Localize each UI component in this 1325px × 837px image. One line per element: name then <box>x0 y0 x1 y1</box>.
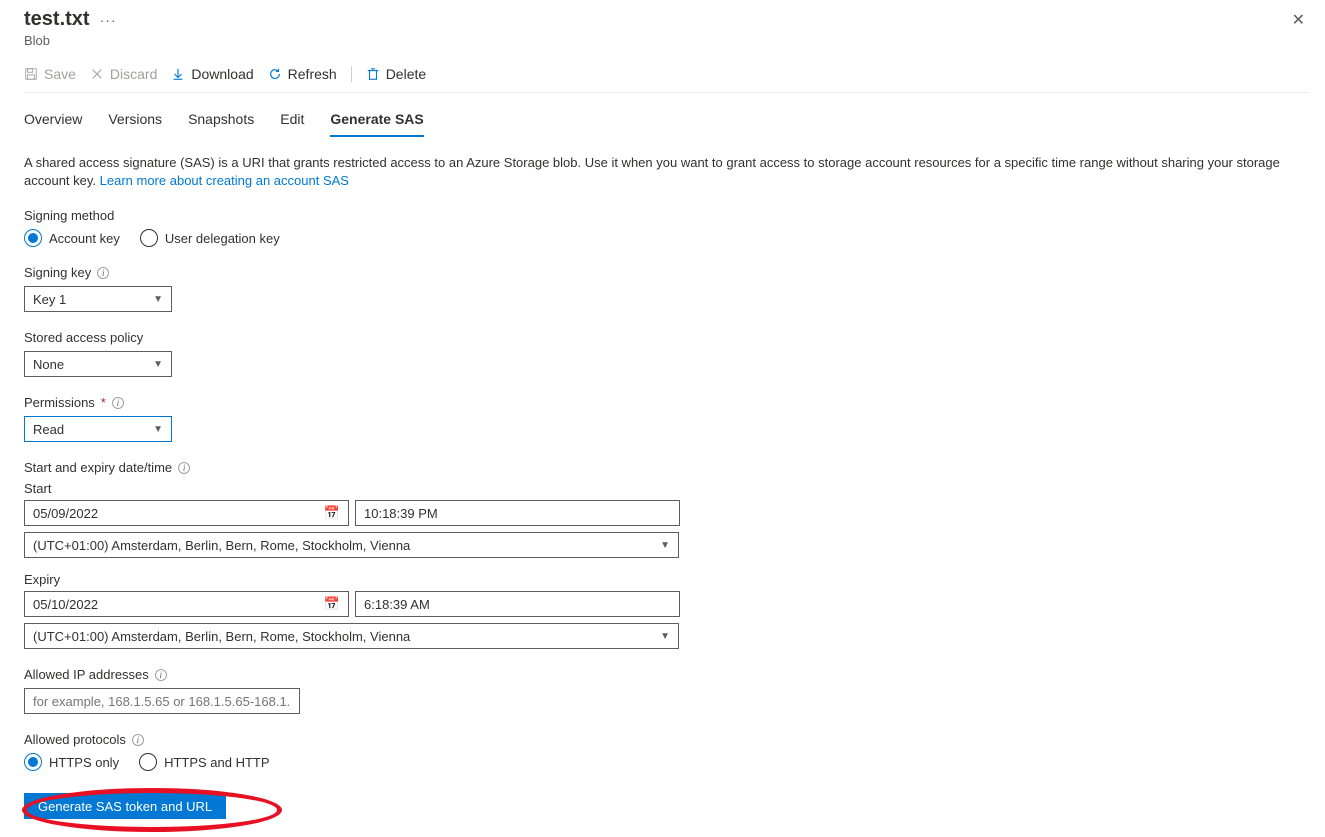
generate-sas-button[interactable]: Generate SAS token and URL <box>24 793 226 819</box>
signing-key-label: Signing key <box>24 265 91 280</box>
start-date-input[interactable]: 05/09/2022 📅 <box>24 500 349 526</box>
required-asterisk: * <box>101 395 106 410</box>
tab-generate-sas[interactable]: Generate SAS <box>330 107 423 137</box>
calendar-icon: 📅 <box>324 505 340 521</box>
tab-edit[interactable]: Edit <box>280 107 304 137</box>
blob-title: test.txt <box>24 8 90 31</box>
delete-icon <box>366 67 380 81</box>
learn-more-link[interactable]: Learn more about creating an account SAS <box>100 173 349 188</box>
tab-strip: Overview Versions Snapshots Edit Generat… <box>24 107 1309 138</box>
info-icon[interactable]: i <box>132 734 144 746</box>
tab-versions[interactable]: Versions <box>108 107 162 137</box>
refresh-icon <box>268 67 282 81</box>
radio-user-delegation-key[interactable]: User delegation key <box>140 229 280 247</box>
expiry-time-input[interactable]: 6:18:39 AM <box>355 591 680 617</box>
radio-account-key[interactable]: Account key <box>24 229 120 247</box>
blob-subtitle: Blob <box>24 33 1309 48</box>
info-icon[interactable]: i <box>112 397 124 409</box>
chevron-down-icon: ▼ <box>153 294 163 305</box>
permissions-label: Permissions <box>24 395 95 410</box>
chevron-down-icon: ▼ <box>153 359 163 370</box>
start-timezone-dropdown[interactable]: (UTC+01:00) Amsterdam, Berlin, Bern, Rom… <box>24 532 679 558</box>
start-time-input[interactable]: 10:18:39 PM <box>355 500 680 526</box>
toolbar-separator <box>351 66 352 82</box>
tab-overview[interactable]: Overview <box>24 107 82 137</box>
expiry-date-input[interactable]: 05/10/2022 📅 <box>24 591 349 617</box>
expiry-label: Expiry <box>24 572 1309 587</box>
start-expiry-label: Start and expiry date/time <box>24 460 172 475</box>
start-label: Start <box>24 481 1309 496</box>
calendar-icon: 📅 <box>324 596 340 612</box>
close-icon[interactable]: ✕ <box>1292 10 1305 30</box>
refresh-button[interactable]: Refresh <box>268 66 337 82</box>
chevron-down-icon: ▼ <box>153 424 163 435</box>
signing-key-dropdown[interactable]: Key 1 ▼ <box>24 286 172 312</box>
permissions-dropdown[interactable]: Read ▼ <box>24 416 172 442</box>
download-icon <box>171 67 185 81</box>
discard-icon <box>90 67 104 81</box>
radio-unchecked-icon <box>139 753 157 771</box>
radio-checked-icon <box>24 229 42 247</box>
signing-method-label: Signing method <box>24 208 1309 223</box>
save-icon <box>24 67 38 81</box>
radio-unchecked-icon <box>140 229 158 247</box>
download-button[interactable]: Download <box>171 66 253 82</box>
info-icon[interactable]: i <box>155 669 167 681</box>
allowed-protocols-label: Allowed protocols <box>24 732 126 747</box>
save-button: Save <box>24 66 76 82</box>
delete-button[interactable]: Delete <box>366 66 426 82</box>
chevron-down-icon: ▼ <box>660 540 670 551</box>
command-bar: Save Discard Download Refresh Delete <box>24 66 1309 93</box>
tab-snapshots[interactable]: Snapshots <box>188 107 254 137</box>
stored-policy-dropdown[interactable]: None ▼ <box>24 351 172 377</box>
allowed-ip-label: Allowed IP addresses <box>24 667 149 682</box>
radio-https-and-http[interactable]: HTTPS and HTTP <box>139 753 269 771</box>
radio-https-only[interactable]: HTTPS only <box>24 753 119 771</box>
more-actions-icon[interactable]: ··· <box>100 12 117 28</box>
stored-policy-label: Stored access policy <box>24 330 1309 345</box>
radio-checked-icon <box>24 753 42 771</box>
discard-button: Discard <box>90 66 157 82</box>
chevron-down-icon: ▼ <box>660 631 670 642</box>
allowed-ip-input[interactable] <box>24 688 300 714</box>
info-icon[interactable]: i <box>178 462 190 474</box>
sas-description: A shared access signature (SAS) is a URI… <box>24 154 1309 190</box>
expiry-timezone-dropdown[interactable]: (UTC+01:00) Amsterdam, Berlin, Bern, Rom… <box>24 623 679 649</box>
info-icon[interactable]: i <box>97 267 109 279</box>
